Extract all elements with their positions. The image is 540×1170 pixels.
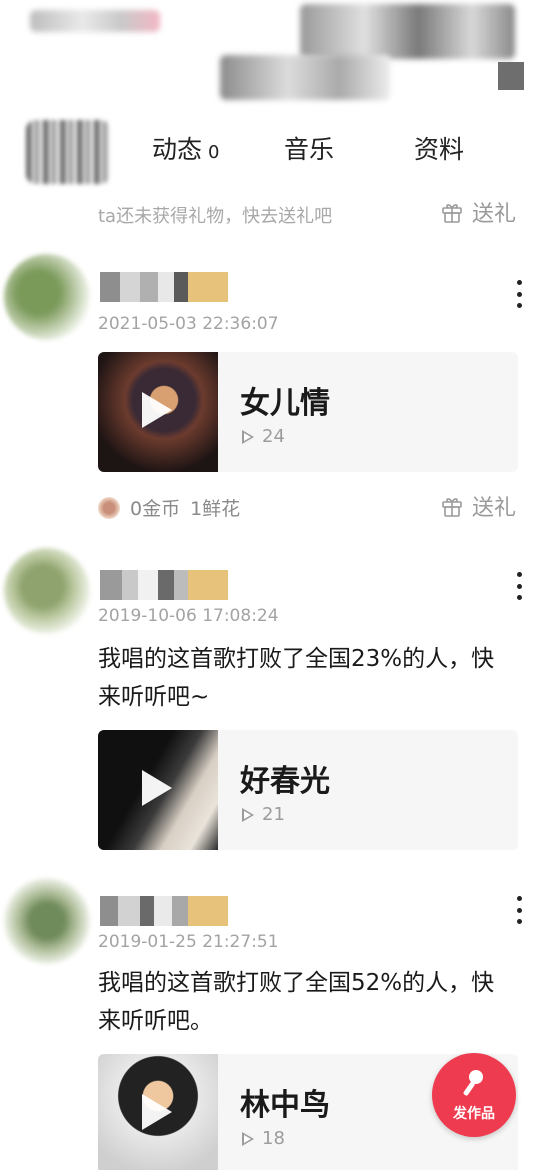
tab-activity-label: 动态 — [152, 135, 203, 164]
avatar[interactable] — [4, 254, 90, 340]
tab-music-label: 音乐 — [284, 135, 335, 164]
post-timestamp: 2019-01-25 21:27:51 — [98, 932, 279, 952]
post-timestamp: 2019-10-06 17:08:24 — [98, 606, 279, 626]
song-cover — [98, 730, 218, 850]
redacted-header-block — [220, 55, 390, 100]
post-stats: 0金币 1鲜花 — [98, 494, 240, 521]
redacted-header-text — [30, 10, 160, 32]
play-count-value: 18 — [262, 1128, 285, 1149]
redacted-header-corner — [498, 62, 524, 90]
gift-icon — [442, 498, 462, 517]
avatar[interactable] — [4, 878, 90, 964]
redacted-username[interactable] — [100, 570, 228, 600]
publish-work-label: 发作品 — [453, 1106, 495, 1122]
tab-music[interactable]: 音乐 — [284, 130, 334, 166]
coins-count: 0金币 — [130, 498, 181, 520]
microphone-icon — [463, 1070, 483, 1096]
tab-profile-info[interactable]: 资料 — [414, 130, 464, 166]
play-count-value: 21 — [262, 804, 285, 825]
play-icon[interactable] — [142, 770, 172, 806]
gift-row: ta还未获得礼物，快去送礼吧 送礼 — [0, 194, 540, 234]
more-icon[interactable] — [514, 280, 524, 308]
play-icon[interactable] — [142, 392, 172, 428]
song-title: 好春光 — [240, 764, 330, 799]
play-count: 24 — [242, 426, 285, 447]
tab-activity[interactable]: 动态 0 — [152, 130, 219, 166]
profile-tab-bar: 动态 0 音乐 资料 — [0, 112, 540, 188]
song-cover — [98, 1054, 218, 1170]
flowers-count: 1鲜花 — [190, 498, 241, 520]
post-timestamp: 2021-05-03 22:36:07 — [98, 314, 279, 334]
play-count-icon — [242, 1131, 254, 1146]
play-count-icon — [242, 429, 254, 444]
play-count: 18 — [242, 1128, 285, 1149]
coin-avatar-icon — [98, 496, 120, 519]
profile-avatar[interactable] — [26, 120, 110, 184]
song-title: 女儿情 — [240, 386, 330, 421]
gift-hint: ta还未获得礼物，快去送礼吧 — [98, 206, 333, 227]
more-icon[interactable] — [514, 896, 524, 924]
play-count-icon — [242, 807, 254, 822]
song-title: 林中鸟 — [240, 1088, 330, 1123]
redacted-username[interactable] — [100, 272, 228, 302]
play-count-value: 24 — [262, 426, 285, 447]
more-icon[interactable] — [514, 572, 524, 600]
song-card[interactable]: 好春光 21 — [98, 730, 518, 850]
tab-activity-count: 0 — [208, 142, 220, 163]
send-gift-label: 送礼 — [471, 202, 516, 227]
avatar[interactable] — [4, 548, 90, 634]
play-icon[interactable] — [142, 1094, 172, 1130]
redacted-username[interactable] — [100, 896, 228, 926]
gift-icon — [442, 204, 462, 223]
send-gift-button[interactable]: 送礼 — [440, 490, 516, 522]
publish-work-button[interactable]: 发作品 — [432, 1053, 516, 1137]
send-gift-button[interactable]: 送礼 — [440, 196, 516, 228]
song-cover — [98, 352, 218, 472]
send-gift-label: 送礼 — [471, 496, 516, 521]
post-caption: 我唱的这首歌打败了全国52%的人，快来听听吧。 — [98, 970, 495, 1034]
post-caption: 我唱的这首歌打败了全国23%的人，快来听听吧~ — [98, 646, 495, 710]
play-count: 21 — [242, 804, 285, 825]
tab-profile-info-label: 资料 — [414, 135, 465, 164]
redacted-header-block — [300, 4, 515, 59]
song-card[interactable]: 女儿情 24 — [98, 352, 518, 472]
